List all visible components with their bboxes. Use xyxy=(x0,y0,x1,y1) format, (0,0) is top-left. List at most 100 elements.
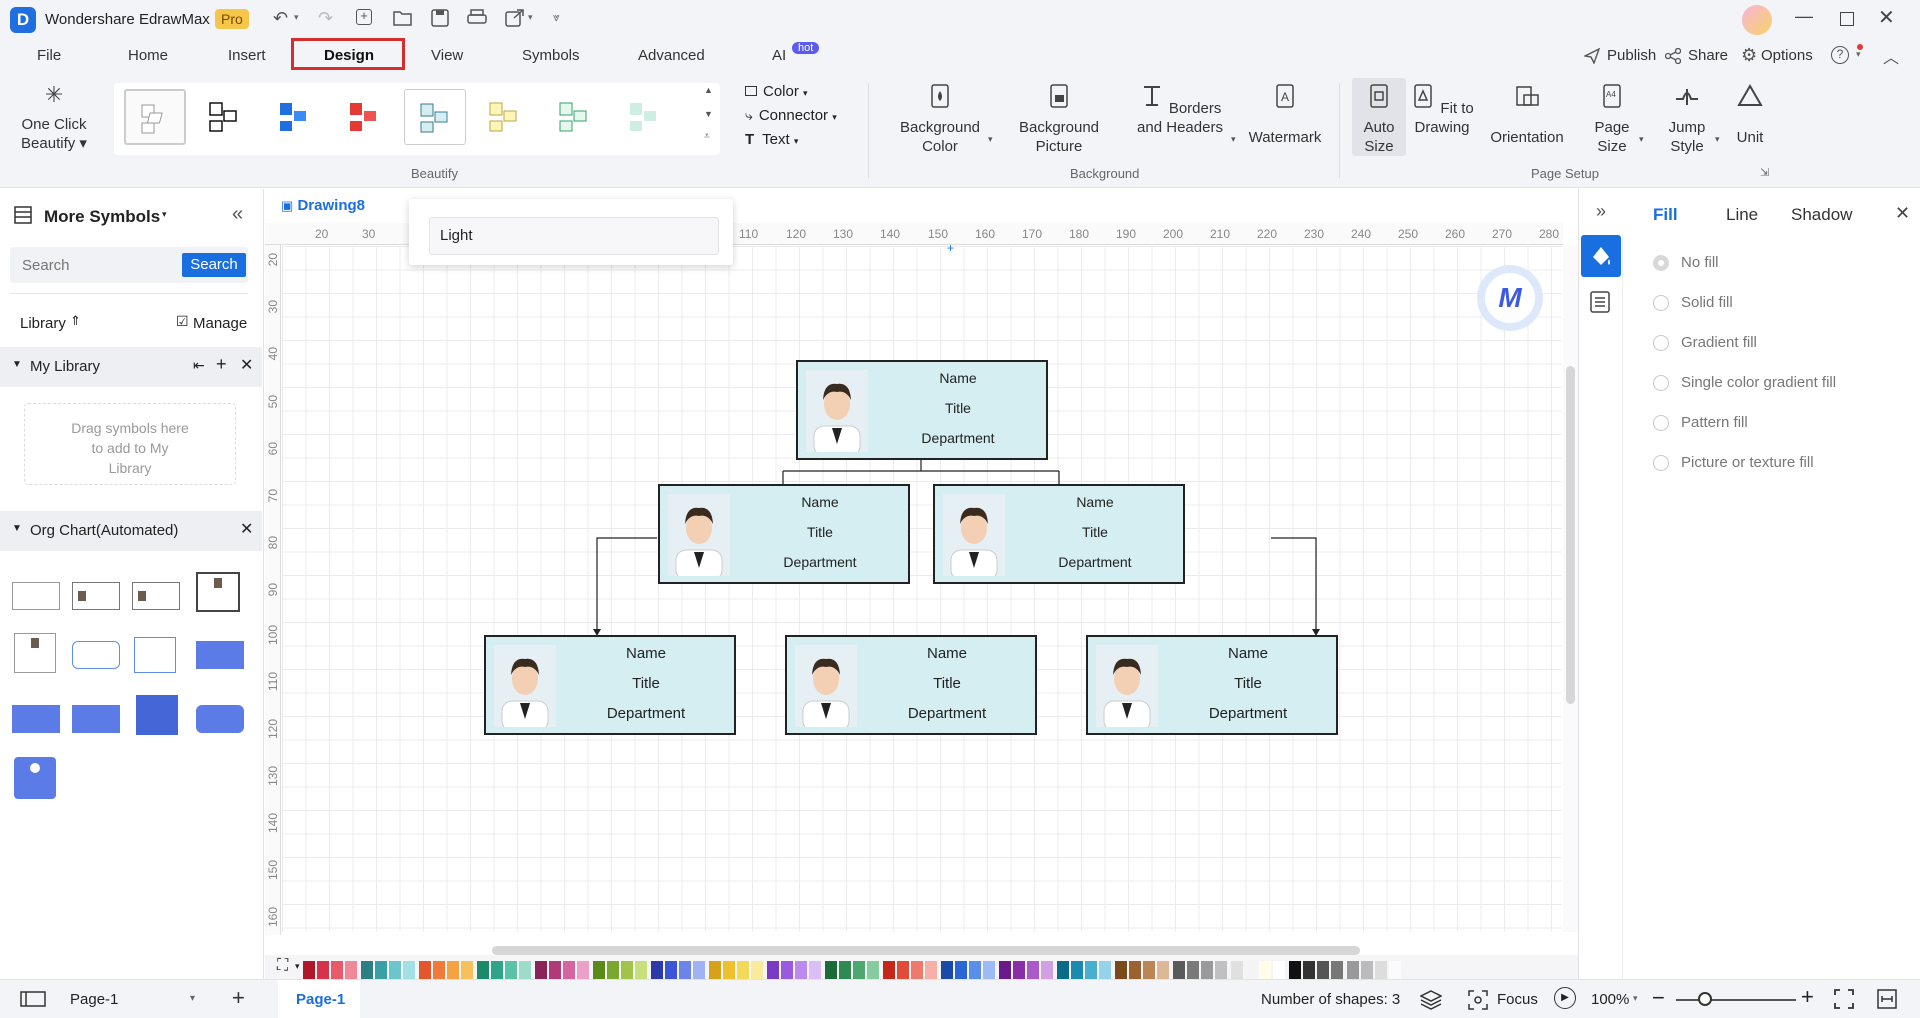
background-picture-button[interactable]: Background Picture xyxy=(1012,83,1106,156)
zoom-level[interactable]: 100% xyxy=(1591,991,1629,1008)
org-symbol-6[interactable] xyxy=(72,641,120,669)
color-swatch[interactable] xyxy=(867,961,879,979)
color-swatch[interactable] xyxy=(1041,961,1053,979)
color-swatch[interactable] xyxy=(839,961,851,979)
color-swatch[interactable] xyxy=(1129,961,1141,979)
more-symbols-title[interactable]: More Symbols xyxy=(44,207,160,227)
color-swatch[interactable] xyxy=(563,961,575,979)
play-icon[interactable]: ▶ xyxy=(1554,987,1576,1009)
page-properties-icon[interactable] xyxy=(1590,291,1610,313)
expand-panel-icon[interactable]: » xyxy=(1596,201,1606,222)
color-swatch[interactable] xyxy=(795,961,807,979)
color-swatch[interactable] xyxy=(781,961,793,979)
org-symbol-3[interactable] xyxy=(132,582,180,610)
color-swatch[interactable] xyxy=(1231,961,1243,979)
color-swatch[interactable] xyxy=(853,961,865,979)
undo-dropdown-icon[interactable]: ▾ xyxy=(294,12,299,23)
color-swatch[interactable] xyxy=(1085,961,1097,979)
background-color-button[interactable]: Background Color xyxy=(895,83,985,156)
jump-style-button[interactable]: Jump Style xyxy=(1662,83,1712,156)
color-swatch[interactable] xyxy=(1289,961,1301,979)
color-swatch[interactable] xyxy=(519,961,531,979)
chevron-down-icon[interactable]: ▾ xyxy=(190,993,195,1004)
auto-size-button[interactable]: Auto Size xyxy=(1352,83,1406,156)
library-collapse-icon[interactable]: ⇑ xyxy=(70,313,81,329)
menu-design[interactable]: Design xyxy=(324,47,374,64)
org-symbol-11[interactable] xyxy=(136,695,178,735)
close-window-icon[interactable]: ✕ xyxy=(1878,5,1895,30)
color-swatch[interactable] xyxy=(1317,961,1329,979)
customize-toolbar-icon[interactable]: ⩔ xyxy=(553,10,560,25)
color-swatch[interactable] xyxy=(925,961,937,979)
connector-button[interactable]: ⤷ Connector ▾ xyxy=(745,107,837,124)
color-swatch[interactable] xyxy=(403,961,415,979)
org-card-staff-2[interactable]: Name Title Department xyxy=(785,635,1037,735)
background-color-dropdown-icon[interactable]: ▾ xyxy=(988,134,993,145)
color-swatch[interactable] xyxy=(1143,961,1155,979)
color-swatch[interactable] xyxy=(303,961,315,979)
color-swatch[interactable] xyxy=(723,961,735,979)
zoom-slider-thumb[interactable] xyxy=(1698,992,1712,1006)
drop-zone[interactable]: Drag symbols here to add to My Library xyxy=(24,403,236,485)
palette-dropdown-icon[interactable]: ▾ xyxy=(295,961,300,972)
style-thumb-4[interactable] xyxy=(334,89,396,145)
org-symbol-13[interactable] xyxy=(14,757,56,799)
text-button[interactable]: T Text ▾ xyxy=(745,131,798,148)
org-symbol-10[interactable] xyxy=(72,705,120,733)
one-click-beautify-button[interactable]: ✳ One Click Beautify ▾ xyxy=(14,84,94,153)
color-swatch[interactable] xyxy=(419,961,431,979)
redo-icon[interactable]: ↷ xyxy=(318,8,333,29)
zoom-in-icon[interactable]: + xyxy=(1801,984,1814,1010)
color-swatch[interactable] xyxy=(535,961,547,979)
close-icon[interactable]: ✕ xyxy=(240,519,253,539)
color-swatch[interactable] xyxy=(607,961,619,979)
gear-icon[interactable]: ⚙ xyxy=(1741,45,1757,66)
borders-dropdown-icon[interactable]: ▾ xyxy=(1231,134,1236,145)
color-swatch[interactable] xyxy=(1173,961,1185,979)
color-swatch[interactable] xyxy=(1057,961,1069,979)
style-thumb-2[interactable] xyxy=(194,89,256,145)
menu-view[interactable]: View xyxy=(431,47,463,64)
search-input[interactable] xyxy=(10,247,180,283)
gallery-scroll-up-icon[interactable]: ▲ xyxy=(704,85,713,95)
help-dropdown-icon[interactable]: ▾ xyxy=(1856,49,1861,60)
color-swatch[interactable] xyxy=(679,961,691,979)
save-icon[interactable] xyxy=(431,9,449,27)
color-swatch[interactable] xyxy=(331,961,343,979)
gallery-expand-icon[interactable]: ⩡ xyxy=(704,131,710,142)
collapse-ribbon-icon[interactable]: ︿ xyxy=(1883,44,1899,68)
color-swatch[interactable] xyxy=(911,961,923,979)
options-button[interactable]: Options xyxy=(1761,47,1813,64)
color-swatch[interactable] xyxy=(505,961,517,979)
color-swatch[interactable] xyxy=(709,961,721,979)
open-folder-icon[interactable] xyxy=(393,9,413,27)
zoom-dropdown-icon[interactable]: ▾ xyxy=(1633,993,1638,1004)
color-swatch[interactable] xyxy=(621,961,633,979)
expand-icon[interactable]: ▼ xyxy=(12,359,22,370)
borders-headers-button[interactable]: Borders and Headers xyxy=(1130,83,1230,137)
menu-advanced[interactable]: Advanced xyxy=(638,47,705,64)
color-swatch[interactable] xyxy=(1201,961,1213,979)
focus-icon[interactable] xyxy=(1468,990,1488,1010)
option-no-fill[interactable]: No fill xyxy=(1681,254,1719,271)
color-swatch[interactable] xyxy=(751,961,763,979)
org-card-ceo[interactable]: Name Title Department xyxy=(796,360,1048,460)
color-swatch[interactable] xyxy=(1157,961,1169,979)
org-symbol-7[interactable] xyxy=(134,637,176,673)
color-swatch[interactable] xyxy=(477,961,489,979)
color-swatch[interactable] xyxy=(969,961,981,979)
undo-icon[interactable]: ↶ xyxy=(273,8,288,29)
fill-tab-icon[interactable] xyxy=(1581,235,1621,277)
publish-button[interactable]: Publish xyxy=(1607,47,1656,64)
radio-single-gradient[interactable] xyxy=(1653,375,1669,391)
radio-gradient-fill[interactable] xyxy=(1653,335,1669,351)
color-swatch[interactable] xyxy=(1273,961,1285,979)
color-swatch[interactable] xyxy=(491,961,503,979)
my-library-header[interactable]: ▼ My Library ⇤ + ✕ xyxy=(0,347,262,387)
style-thumb-3[interactable] xyxy=(264,89,326,145)
manage-button[interactable]: Manage xyxy=(193,315,247,332)
style-thumb-5[interactable] xyxy=(404,89,466,145)
color-swatch[interactable] xyxy=(1071,961,1083,979)
user-avatar[interactable] xyxy=(1742,5,1772,35)
color-button[interactable]: Color ▾ xyxy=(745,83,808,100)
